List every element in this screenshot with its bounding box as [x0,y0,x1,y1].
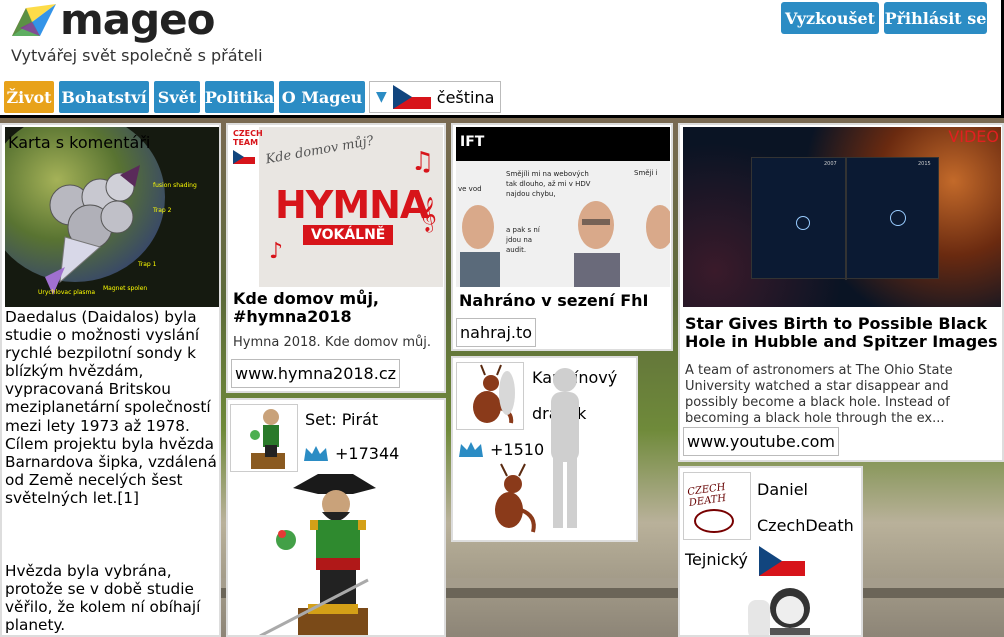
czech-team-badge: CZECH TEAM [233,129,263,147]
dragon-figure [473,358,633,540]
daedalus-text: Daedalus (Daidalos) byla studie o možnos… [5,308,217,507]
card-dragon[interactable]: Karmínový dráček +1510 [451,356,638,542]
user-name-3: Tejnický [685,550,748,569]
daedalus-image: Karta s komentáři fusion shading Trap 2 … [5,127,219,307]
hymna-title[interactable]: Kde domov můj, #hymna2018 [233,290,443,326]
star-desc: A team of astronomers at The Ohio State … [685,363,953,426]
crown-icon [303,445,329,463]
czech-flag-icon [759,546,805,580]
diagram-label: Trap 2 [153,207,172,214]
overlay-title: Karta s komentáři [8,133,151,152]
hymna-image-title: HYMNA [275,183,429,227]
hymna-image-subtitle: VOKÁLNĚ [303,225,394,245]
hymna-link[interactable]: www.hymna2018.cz [231,359,401,388]
card-fhi[interactable]: IFT Smějíli mi na webových tak dlouho, a… [451,123,673,351]
music-note-icon: ♫ [411,147,435,177]
login-button[interactable]: Přihlásit se [884,2,987,34]
pirate-score: +17344 [303,444,399,463]
star-title[interactable]: Star Gives Birth to Possible Black Hole … [685,315,1001,351]
pirate-score-value: +17344 [335,444,400,463]
language-label: čeština [436,87,495,107]
card-hymna[interactable]: CZECH TEAM Kde domov můj? HYMNA VOKÁLNĚ … [226,123,446,393]
pirate-figure [258,468,408,635]
daedalus-text-2: Hvězda byla vybrána, protože se v době s… [5,562,201,635]
year-label: 2007 [824,161,837,167]
fhi-image: IFT Smějíli mi na webových tak dlouho, a… [456,127,670,287]
card-user[interactable]: CZECH DEATH Daniel CzechDeath Tejnický [678,466,863,637]
dropdown-arrow-icon: ▼ [376,89,387,105]
video-label: VIDEO [948,127,999,146]
diagram-label: Magnet spolen [103,285,148,292]
user-name-2: CzechDeath [757,516,854,535]
star-image-panel: 2007 2015 [751,157,939,280]
user-figure [740,580,840,635]
site-header: mageo Vytvářej svět společně s přáteli V… [0,0,1004,118]
try-button[interactable]: Vyzkoušet [781,2,879,34]
user-name-1: Daniel [757,480,808,499]
czech-flag-icon [392,85,431,109]
fhi-image-top: IFT [460,134,485,150]
card-daedalus[interactable]: Karta s komentáři fusion shading Trap 2 … [0,123,221,637]
diagram-label: Urychlovac plasma [38,289,96,296]
treble-clef-icon: 𝄞 [419,197,437,232]
pirate-set-label: Set: Pirát [305,410,379,429]
nav-svet[interactable]: Svět [154,81,200,113]
logo-text: mageo [60,0,216,44]
card-star[interactable]: 2007 2015 VIDEO Star Gives Birth to Poss… [678,123,1004,462]
tagline: Vytvářej svět společně s přáteli [11,46,263,65]
logo[interactable]: mageo [10,0,216,44]
hymna-desc: Hymna 2018. Kde domov můj. [233,335,432,350]
avatar-text: CZECH DEATH [686,481,727,509]
logo-icon [10,2,58,38]
nav-o-mageu[interactable]: O Mageu [279,81,365,113]
diagram-label: fusion shading [153,182,197,189]
year-label: 2015 [918,161,931,167]
fhi-caption: Směji i [634,169,658,177]
user-avatar: CZECH DEATH [683,472,751,540]
czech-flag-icon [233,149,255,164]
language-selector[interactable]: ▼ čeština [369,81,501,113]
circle-marker [796,216,810,230]
fhi-title[interactable]: Nahráno v sezení FhI [459,291,648,310]
card-pirate[interactable]: Set: Pirát +17344 [226,398,446,637]
nav-politika[interactable]: Politika [205,81,274,113]
fhi-link[interactable]: nahraj.to [456,318,537,347]
nav-bohatstvi[interactable]: Bohatství [59,81,149,113]
nav-zivot[interactable]: Život [4,81,54,113]
hymna-image: CZECH TEAM Kde domov můj? HYMNA VOKÁLNĚ … [231,127,443,287]
music-note-icon: ♪ [269,239,284,264]
star-video-thumbnail[interactable]: 2007 2015 VIDEO [683,127,1001,307]
circle-marker [890,210,906,226]
star-link[interactable]: www.youtube.com [683,427,839,456]
diagram-label: Trap 1 [138,261,157,268]
pirate-thumbnail [230,404,298,472]
